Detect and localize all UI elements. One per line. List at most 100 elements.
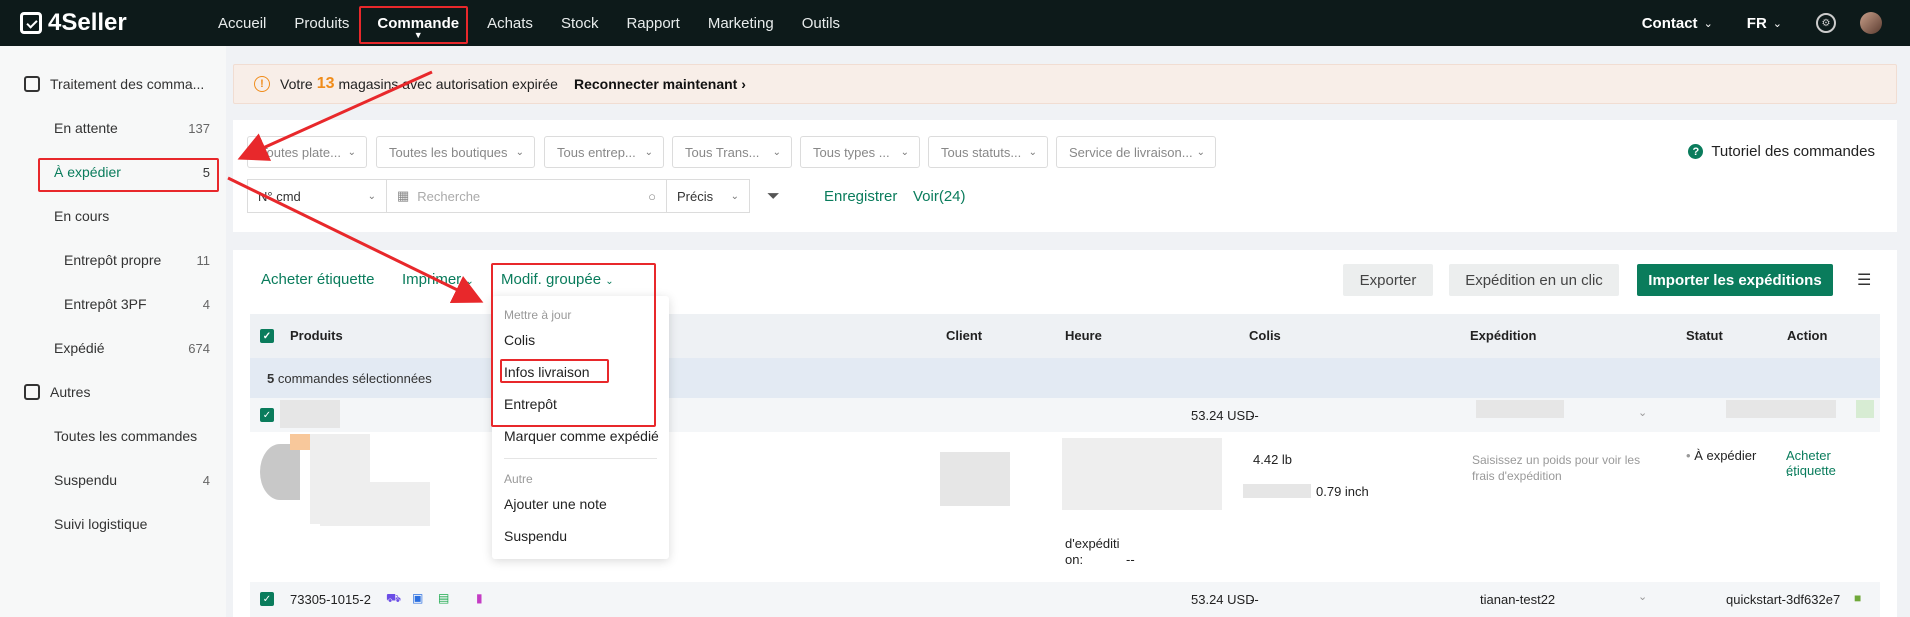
- nav-outils[interactable]: Outils: [788, 0, 854, 46]
- chevron-down-icon: ⌄: [1703, 17, 1713, 30]
- nav-achats[interactable]: Achats: [473, 0, 547, 46]
- column-header-expedition[interactable]: Expédition: [1470, 328, 1536, 343]
- logo[interactable]: 4Seller: [20, 9, 180, 37]
- nav-stock[interactable]: Stock: [547, 0, 613, 46]
- menu-item-infos-livraison[interactable]: Infos livraison: [504, 364, 590, 380]
- type-filter[interactable]: Tous types ... ⌄: [800, 136, 920, 168]
- match-select-label: Précis: [677, 188, 714, 204]
- one-click-ship-button[interactable]: Expédition en un clic: [1449, 264, 1619, 296]
- redacted-block: [1856, 400, 1874, 418]
- sidebar-item-count: 4: [202, 296, 210, 312]
- sidebar-section-autres[interactable]: Autres: [0, 374, 226, 410]
- nav-rapport[interactable]: Rapport: [612, 0, 693, 46]
- top-nav: 4Seller Accueil Produits Commande ▼ Acha…: [0, 0, 1910, 46]
- sidebar-item-suivi-logistique[interactable]: Suivi logistique: [0, 506, 226, 542]
- grid-icon: ▦: [397, 188, 410, 203]
- more-actions[interactable]: ...: [1786, 464, 1797, 479]
- redacted-block: [1243, 484, 1311, 498]
- sidebar-item-entrepot-3pf[interactable]: Entrepôt 3PF 4: [0, 286, 226, 322]
- brand-name: 4Seller: [48, 9, 127, 36]
- select-all-checkbox[interactable]: ✓: [260, 329, 274, 343]
- menu-item-entrepot[interactable]: Entrepôt: [504, 396, 557, 412]
- sidebar-section-order-processing[interactable]: Traitement des comma...: [0, 66, 226, 102]
- column-header-colis[interactable]: Colis: [1249, 328, 1281, 343]
- chevron-down-icon: ⌄: [367, 190, 376, 202]
- sidebar: Traitement des comma... En attente 137 À…: [0, 46, 226, 617]
- sidebar-item-expedie[interactable]: Expédié 674: [0, 330, 226, 366]
- chevron-down-icon: ⌄: [772, 146, 781, 158]
- column-header-heure[interactable]: Heure: [1065, 328, 1102, 343]
- column-header-action[interactable]: Action: [1787, 328, 1827, 343]
- status-badge: • À expédier: [1686, 448, 1756, 463]
- chevron-down-icon: ⌄: [515, 146, 524, 158]
- tutorial-link[interactable]: ? Tutoriel des commandes: [1688, 143, 1875, 160]
- language-menu[interactable]: FR ⌄: [1747, 15, 1782, 32]
- nav-accueil[interactable]: Accueil: [204, 0, 280, 46]
- save-filter-link[interactable]: Enregistrer: [824, 188, 897, 205]
- view-saved-link[interactable]: Voir(24): [913, 188, 966, 205]
- column-settings-icon[interactable]: ☰: [1857, 270, 1871, 290]
- sidebar-item-suspendu[interactable]: Suspendu 4: [0, 462, 226, 498]
- redacted-block: [940, 452, 1010, 506]
- column-header-statut[interactable]: Statut: [1686, 328, 1723, 343]
- menu-item-suspend[interactable]: Suspendu: [504, 528, 567, 544]
- sidebar-item-label: Suivi logistique: [54, 516, 148, 532]
- avatar[interactable]: [1860, 12, 1882, 34]
- ship-time-label-2: on:: [1065, 552, 1084, 567]
- platform-filter[interactable]: Toutes plate... ⌄: [247, 136, 367, 168]
- search-icon[interactable]: ○: [648, 189, 656, 204]
- chevron-down-icon[interactable]: ⌄: [1638, 406, 1647, 419]
- row-checkbox[interactable]: ✓: [260, 592, 274, 606]
- chevron-down-icon: ⌄: [1772, 17, 1782, 30]
- chevron-down-icon: ⌄: [730, 190, 739, 202]
- status-dot-icon: •: [1686, 448, 1691, 463]
- tutorial-label: Tutoriel des commandes: [1711, 143, 1875, 160]
- message-icon: ▤: [438, 591, 450, 605]
- nav-produits[interactable]: Produits: [280, 0, 363, 46]
- gear-icon[interactable]: ⚙: [1816, 13, 1836, 33]
- sidebar-item-toutes-commandes[interactable]: Toutes les commandes: [0, 418, 226, 454]
- redacted-block: [290, 434, 310, 450]
- column-header-client[interactable]: Client: [946, 328, 982, 343]
- banner-text: magasins avec autorisation expirée: [338, 76, 558, 92]
- export-button[interactable]: Exporter: [1343, 264, 1433, 296]
- print-menu[interactable]: Imprimer ⌄: [402, 271, 474, 288]
- column-header-produits[interactable]: Produits: [290, 328, 343, 343]
- bulk-edit-menu[interactable]: Modif. groupée ⌄: [501, 271, 614, 288]
- delivery-service-filter[interactable]: Service de livraison... ⌄: [1056, 136, 1216, 168]
- menu-item-add-note[interactable]: Ajouter une note: [504, 496, 607, 512]
- contact-menu[interactable]: Contact ⌄: [1642, 15, 1713, 32]
- shipping-hint: Saisissez un poids pour voir les frais d…: [1472, 453, 1641, 483]
- language-label: FR: [1746, 14, 1767, 32]
- orders-panel: Acheter étiquette Imprimer ⌄ Modif. grou…: [233, 250, 1897, 617]
- warehouse-filter[interactable]: Tous entrep... ⌄: [544, 136, 664, 168]
- menu-item-colis[interactable]: Colis: [504, 332, 535, 348]
- sidebar-item-en-cours[interactable]: En cours: [0, 198, 226, 234]
- reconnect-link[interactable]: Reconnecter maintenant ›: [574, 76, 746, 92]
- buy-label-action[interactable]: Acheter étiquette: [1786, 448, 1880, 478]
- buy-label-link[interactable]: Acheter étiquette: [261, 271, 374, 288]
- import-shipments-button[interactable]: Importer les expéditions: [1637, 264, 1833, 296]
- nav-commande[interactable]: Commande ▼: [363, 0, 473, 46]
- table-row[interactable]: ✓ 73305-1015-2 ⛟ ▣ ▤ ▮ 53.24 USD -- tian…: [250, 582, 1880, 617]
- search-input[interactable]: ▦ Recherche ○: [387, 179, 667, 213]
- filter-icon[interactable]: ⏷: [767, 188, 780, 206]
- sidebar-item-a-expedier[interactable]: À expédier 5: [0, 154, 226, 190]
- row-checkbox[interactable]: ✓: [260, 408, 274, 422]
- chevron-down-icon[interactable]: ⌄: [1638, 590, 1647, 603]
- sidebar-item-count: 11: [196, 252, 211, 268]
- match-select[interactable]: Précis ⌄: [667, 179, 750, 213]
- nav-marketing[interactable]: Marketing: [694, 0, 788, 46]
- menu-item-mark-shipped[interactable]: Marquer comme expédié: [504, 428, 659, 444]
- status-filter[interactable]: Tous statuts... ⌄: [928, 136, 1048, 168]
- sidebar-item-en-attente[interactable]: En attente 137: [0, 110, 226, 146]
- order-number[interactable]: 73305-1015-2: [290, 592, 371, 607]
- search-field-label: N° cmd: [258, 188, 301, 204]
- search-field-select[interactable]: N° cmd ⌄: [247, 179, 387, 213]
- chevron-down-icon: ⌄: [900, 146, 909, 158]
- logo-icon: [20, 12, 42, 34]
- shop-filter[interactable]: Toutes les boutiques ⌄: [376, 136, 535, 168]
- sidebar-item-entrepot-propre[interactable]: Entrepôt propre 11: [0, 242, 226, 278]
- carrier-filter[interactable]: Tous Trans... ⌄: [672, 136, 792, 168]
- redacted-block: [1062, 438, 1222, 510]
